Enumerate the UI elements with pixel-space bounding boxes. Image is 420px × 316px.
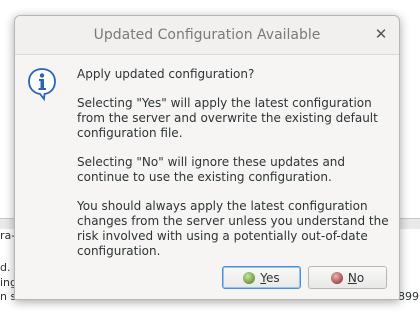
yes-icon xyxy=(243,271,256,284)
dialog-title: Updated Configuration Available xyxy=(93,27,321,43)
dialog-paragraph-advice: You should always apply the latest confi… xyxy=(77,199,389,258)
config-update-dialog: Updated Configuration Available ✕ Apply … xyxy=(14,15,400,300)
close-icon[interactable]: ✕ xyxy=(373,26,389,42)
no-icon xyxy=(330,271,343,284)
no-button-label: No xyxy=(347,270,365,285)
info-icon xyxy=(28,68,56,101)
no-button[interactable]: No xyxy=(308,266,387,289)
dialog-paragraph-no: Selecting "No" will ignore these updates… xyxy=(77,155,346,184)
dialog-paragraph-yes: Selecting "Yes" will apply the latest co… xyxy=(77,96,378,140)
background-text: d. xyxy=(0,261,11,274)
yes-button-label: Yes xyxy=(260,270,280,285)
background-text: 899 xyxy=(398,290,419,303)
dialog-button-row: Yes No xyxy=(222,266,387,289)
dialog-heading: Apply updated configuration? xyxy=(77,67,255,81)
yes-button[interactable]: Yes xyxy=(222,266,301,289)
dialog-content: Apply updated configuration? Selecting "… xyxy=(15,55,399,259)
dialog-titlebar[interactable]: Updated Configuration Available ✕ xyxy=(15,16,399,55)
